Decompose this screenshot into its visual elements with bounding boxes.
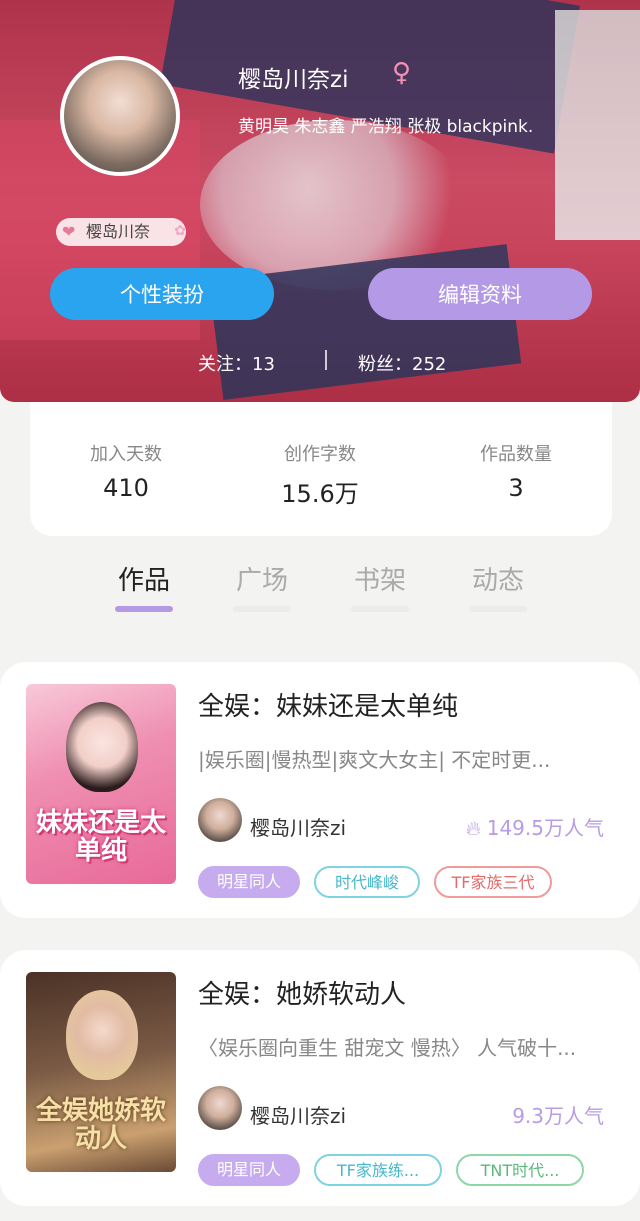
- tag[interactable]: 明星同人: [198, 1154, 300, 1186]
- cover-portrait: [66, 702, 138, 792]
- followers-count[interactable]: 粉丝：252: [358, 350, 446, 376]
- popularity: 🔥︎ 149.5万人气: [466, 812, 604, 841]
- stat-label: 创作字数: [284, 444, 356, 465]
- interest-tags: 黄明昊 朱志鑫 严浩翔 张极 blackpink.: [238, 117, 534, 137]
- stat-word-count: 创作字数 15.6万: [240, 440, 400, 509]
- profile-header: 樱岛川奈zi ♀ 黄明昊 朱志鑫 严浩翔 张极 blackpink. ❤ 樱岛川…: [0, 0, 640, 402]
- cover-portrait: [66, 990, 138, 1080]
- username: 樱岛川奈zi: [238, 67, 349, 93]
- dress-up-button[interactable]: 个性装扮: [50, 268, 274, 320]
- work-title[interactable]: 全娱：她娇软动人: [198, 974, 406, 1011]
- tab-indicator: [233, 606, 291, 612]
- stat-value: 3: [508, 474, 524, 502]
- book-cover[interactable]: 妹妹还是太单纯: [26, 684, 176, 884]
- heart-icon: ❤: [62, 222, 76, 241]
- popularity-value: 9.3万人气: [512, 1104, 604, 1128]
- edit-profile-button[interactable]: 编辑资料: [368, 268, 592, 320]
- work-title[interactable]: 全娱：妹妹还是太单纯: [198, 686, 458, 723]
- name-badge: ❤ 樱岛川奈 ✿: [56, 218, 186, 246]
- name-badge-label: 樱岛川奈: [86, 222, 151, 241]
- following-count[interactable]: 关注：13: [198, 350, 275, 376]
- stats-card: 加入天数 410 创作字数 15.6万 作品数量 3: [30, 402, 612, 536]
- author-avatar[interactable]: [198, 1086, 242, 1130]
- work-description: |娱乐圈|慢热型|爽文大女主| 不定时更...: [198, 748, 551, 772]
- tab-bookshelf[interactable]: 书架: [340, 560, 420, 597]
- stat-label: 加入天数: [90, 444, 162, 465]
- female-icon: ♀: [392, 58, 412, 88]
- tag[interactable]: TNT时代...: [456, 1154, 584, 1186]
- stat-value: 410: [103, 474, 149, 502]
- work-card[interactable]: 妹妹还是太单纯 全娱：妹妹还是太单纯 |娱乐圈|慢热型|爽文大女主| 不定时更.…: [0, 662, 640, 918]
- cover-title: 妹妹还是太单纯: [36, 807, 167, 867]
- book-cover[interactable]: 全娱她娇软动人: [26, 972, 176, 1172]
- author-avatar[interactable]: [198, 798, 242, 842]
- bow-icon: ✿: [174, 223, 186, 239]
- tag[interactable]: TF家族练...: [314, 1154, 442, 1186]
- stat-label: 作品数量: [480, 444, 552, 465]
- author-name[interactable]: 樱岛川奈zi: [250, 1100, 346, 1129]
- tab-indicator-active: [115, 606, 173, 612]
- popularity: 9.3万人气: [512, 1100, 604, 1129]
- tag[interactable]: TF家族三代: [434, 866, 552, 898]
- popularity-value: 149.5万人气: [486, 816, 604, 840]
- tab-square[interactable]: 广场: [222, 560, 302, 597]
- author-name[interactable]: 樱岛川奈zi: [250, 812, 346, 841]
- work-description: 〈娱乐圈向重生 甜宠文 慢热〉 人气破十...: [198, 1036, 577, 1060]
- stat-join-days: 加入天数 410: [46, 440, 206, 502]
- stat-value: 15.6万: [281, 480, 359, 508]
- divider: [325, 350, 327, 370]
- tab-indicator: [469, 606, 527, 612]
- tag[interactable]: 明星同人: [198, 866, 300, 898]
- tab-activity[interactable]: 动态: [458, 560, 538, 597]
- tag[interactable]: 时代峰峻: [314, 866, 420, 898]
- work-card[interactable]: 全娱她娇软动人 全娱：她娇软动人 〈娱乐圈向重生 甜宠文 慢热〉 人气破十...…: [0, 950, 640, 1206]
- stat-works-count: 作品数量 3: [436, 440, 596, 502]
- avatar[interactable]: [60, 56, 180, 176]
- tab-indicator: [351, 606, 409, 612]
- cover-title: 全娱她娇软动人: [36, 1095, 167, 1155]
- fire-icon: 🔥︎: [466, 816, 481, 840]
- tab-works[interactable]: 作品: [104, 560, 184, 597]
